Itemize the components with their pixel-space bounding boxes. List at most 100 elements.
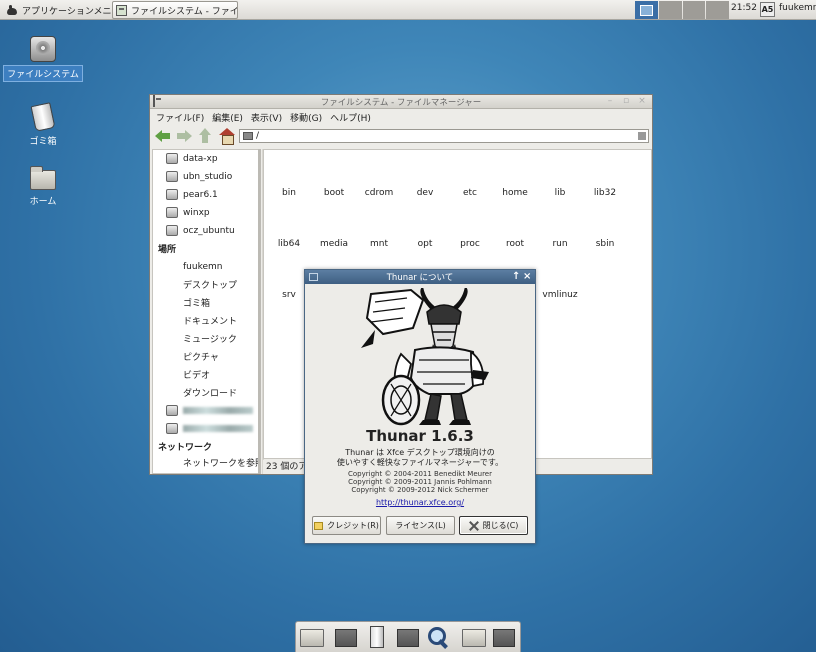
close-icon[interactable]: × xyxy=(523,270,531,283)
sidebar-item-data-xp[interactable]: data-xp xyxy=(153,150,259,167)
sidebar-item-pear6[interactable]: pear6.1 xyxy=(153,186,259,203)
folder-item-etc[interactable]: etc xyxy=(448,188,492,198)
close-icon[interactable]: × xyxy=(637,96,647,106)
window-titlebar[interactable]: ファイルシステム - ファイルマネージャー – ▫ × xyxy=(150,95,652,109)
workspace-1[interactable] xyxy=(635,1,658,19)
credits-button[interactable]: クレジット(R) xyxy=(312,516,381,535)
folder-item-mnt[interactable]: mnt xyxy=(357,239,401,249)
folder-item-opt[interactable]: opt xyxy=(403,239,447,249)
home-folder-icon xyxy=(30,166,56,190)
sidebar-item-home[interactable]: fuukemn xyxy=(153,258,259,275)
sidebar-item-ubn-studio[interactable]: ubn_studio xyxy=(153,168,259,185)
menu-go[interactable]: 移動(G) xyxy=(290,111,322,124)
dialog-titlebar[interactable]: Thunar について ↑ × xyxy=(305,270,535,284)
menu-file[interactable]: ファイル(F) xyxy=(156,111,204,124)
minimize-icon[interactable]: – xyxy=(605,96,615,106)
sidebar-item-desktop[interactable]: デスクトップ xyxy=(153,276,259,293)
sidebar-item-winxp[interactable]: winxp xyxy=(153,204,259,221)
folder-item-root[interactable]: root xyxy=(493,239,537,249)
blurred-label xyxy=(183,425,253,432)
sidebar-item-music[interactable]: ミュージック xyxy=(153,330,259,347)
dialog-title: Thunar について xyxy=(386,273,454,283)
menubar: ファイル(F) 編集(E) 表示(V) 移動(G) ヘルプ(H) xyxy=(150,110,652,124)
close-icon xyxy=(469,521,479,531)
folder-icon xyxy=(166,405,178,416)
close-button-label: 閉じる(C) xyxy=(482,521,519,530)
user-menu[interactable]: fuukemn xyxy=(779,3,816,13)
forward-arrow-icon[interactable] xyxy=(176,128,192,144)
home-icon[interactable] xyxy=(219,128,235,145)
sidebar-item-browse-network[interactable]: ネットワークを参照 xyxy=(153,454,259,471)
terminal-icon[interactable] xyxy=(335,629,357,647)
about-dialog: Thunar について ↑ × Thunar 1.6.3 Thunar は Xf… xyxy=(304,269,536,544)
folder-item-lib64[interactable]: lib64 xyxy=(267,239,311,249)
copyright-line: Copyright © 2004-2011 Benedikt Meurer xyxy=(348,470,492,478)
drive-icon xyxy=(166,225,178,236)
file-item-vmlinuz[interactable]: vmlinuz xyxy=(538,290,582,300)
sidebar-scrollbar[interactable] xyxy=(258,149,261,474)
sidebar-item-blurred-2[interactable] xyxy=(153,420,259,437)
sidebar-item-blurred-1[interactable] xyxy=(153,402,259,419)
app-description: Thunar は Xfce デスクトップ環境向けの 使いやすく軽快なファイルマネ… xyxy=(325,448,515,468)
folder-item-media[interactable]: media xyxy=(312,239,356,249)
credits-icon xyxy=(314,521,324,530)
folder-item-home[interactable]: home xyxy=(493,188,537,198)
maximize-icon[interactable]: ▫ xyxy=(621,96,631,106)
workspace-switcher[interactable] xyxy=(635,1,729,19)
shade-icon[interactable]: ↑ xyxy=(512,270,520,283)
terminal-icon[interactable] xyxy=(493,629,515,647)
search-icon[interactable] xyxy=(427,626,449,648)
folder-item-bin[interactable]: bin xyxy=(267,188,311,198)
folder-item-dev[interactable]: dev xyxy=(403,188,447,198)
sidebar-item-videos[interactable]: ビデオ xyxy=(153,366,259,383)
sidebar-item-label: pear6.1 xyxy=(183,189,218,200)
credits-button-label: クレジット(R) xyxy=(327,521,379,530)
sidebar-item-pictures[interactable]: ピクチャ xyxy=(153,348,259,365)
server-icon[interactable] xyxy=(370,626,384,648)
sidebar-item-documents[interactable]: ドキュメント xyxy=(153,312,259,329)
sidebar-item-trash[interactable]: ゴミ箱 xyxy=(153,294,259,311)
license-button-label: ライセンス(L) xyxy=(395,521,446,530)
folder-item-proc[interactable]: proc xyxy=(448,239,492,249)
sidebar-item-downloads[interactable]: ダウンロード xyxy=(153,384,259,401)
blurred-label xyxy=(183,407,253,414)
menu-help[interactable]: ヘルプ(H) xyxy=(330,111,371,124)
sidebar-item-ocz-ubuntu[interactable]: ocz_ubuntu xyxy=(153,222,259,239)
clock[interactable]: 21:52 xyxy=(731,3,757,13)
sidebar-item-label: ocz_ubuntu xyxy=(183,225,235,236)
folder-item-lib[interactable]: lib xyxy=(538,188,582,198)
folder-item-sbin[interactable]: sbin xyxy=(583,239,627,249)
folder-item-cdrom[interactable]: cdrom xyxy=(357,188,401,198)
location-toggle-icon[interactable] xyxy=(638,132,646,140)
desktop-icon-label: ゴミ箱 xyxy=(29,137,57,147)
xfce-mouse-icon xyxy=(6,4,19,16)
workspace-2[interactable] xyxy=(658,1,682,19)
folder-item-boot[interactable]: boot xyxy=(312,188,356,198)
menu-view[interactable]: 表示(V) xyxy=(251,111,282,124)
website-link[interactable]: http://thunar.xfce.org/ xyxy=(305,498,535,507)
close-button[interactable]: 閉じる(C) xyxy=(459,516,528,535)
folder-icon[interactable] xyxy=(300,629,324,647)
keyboard-layout-indicator[interactable]: A5 xyxy=(760,2,775,17)
taskbar-window-button[interactable]: ファイルシステム - ファイルマ... xyxy=(112,1,238,19)
up-arrow-icon[interactable] xyxy=(197,128,213,144)
desktop-icon-trash[interactable]: ゴミ箱 xyxy=(11,102,75,148)
folder-item-run[interactable]: run xyxy=(538,239,582,249)
folder-icon[interactable] xyxy=(462,629,486,647)
menu-edit[interactable]: 編集(E) xyxy=(212,111,243,124)
workspace-4[interactable] xyxy=(706,1,729,19)
location-bar[interactable]: / xyxy=(239,129,649,143)
workspace-3[interactable] xyxy=(682,1,706,19)
drive-icon xyxy=(166,189,178,200)
drive-icon xyxy=(166,207,178,218)
license-button[interactable]: ライセンス(L) xyxy=(386,516,455,535)
drive-icon xyxy=(166,153,178,164)
desktop-icon-filesystem[interactable]: ファイルシステム xyxy=(3,36,83,82)
desktop-icon-home[interactable]: ホーム xyxy=(11,166,75,208)
folder-item-lib32[interactable]: lib32 xyxy=(583,188,627,198)
copyright-line: Copyright © 2009-2011 Jannis Pohlmann xyxy=(348,478,492,486)
back-arrow-icon[interactable] xyxy=(155,128,171,144)
sidebar-item-label: ダウンロード xyxy=(183,389,238,399)
terminal-icon[interactable] xyxy=(397,629,419,647)
sidebar-item-label: ドキュメント xyxy=(183,317,238,327)
